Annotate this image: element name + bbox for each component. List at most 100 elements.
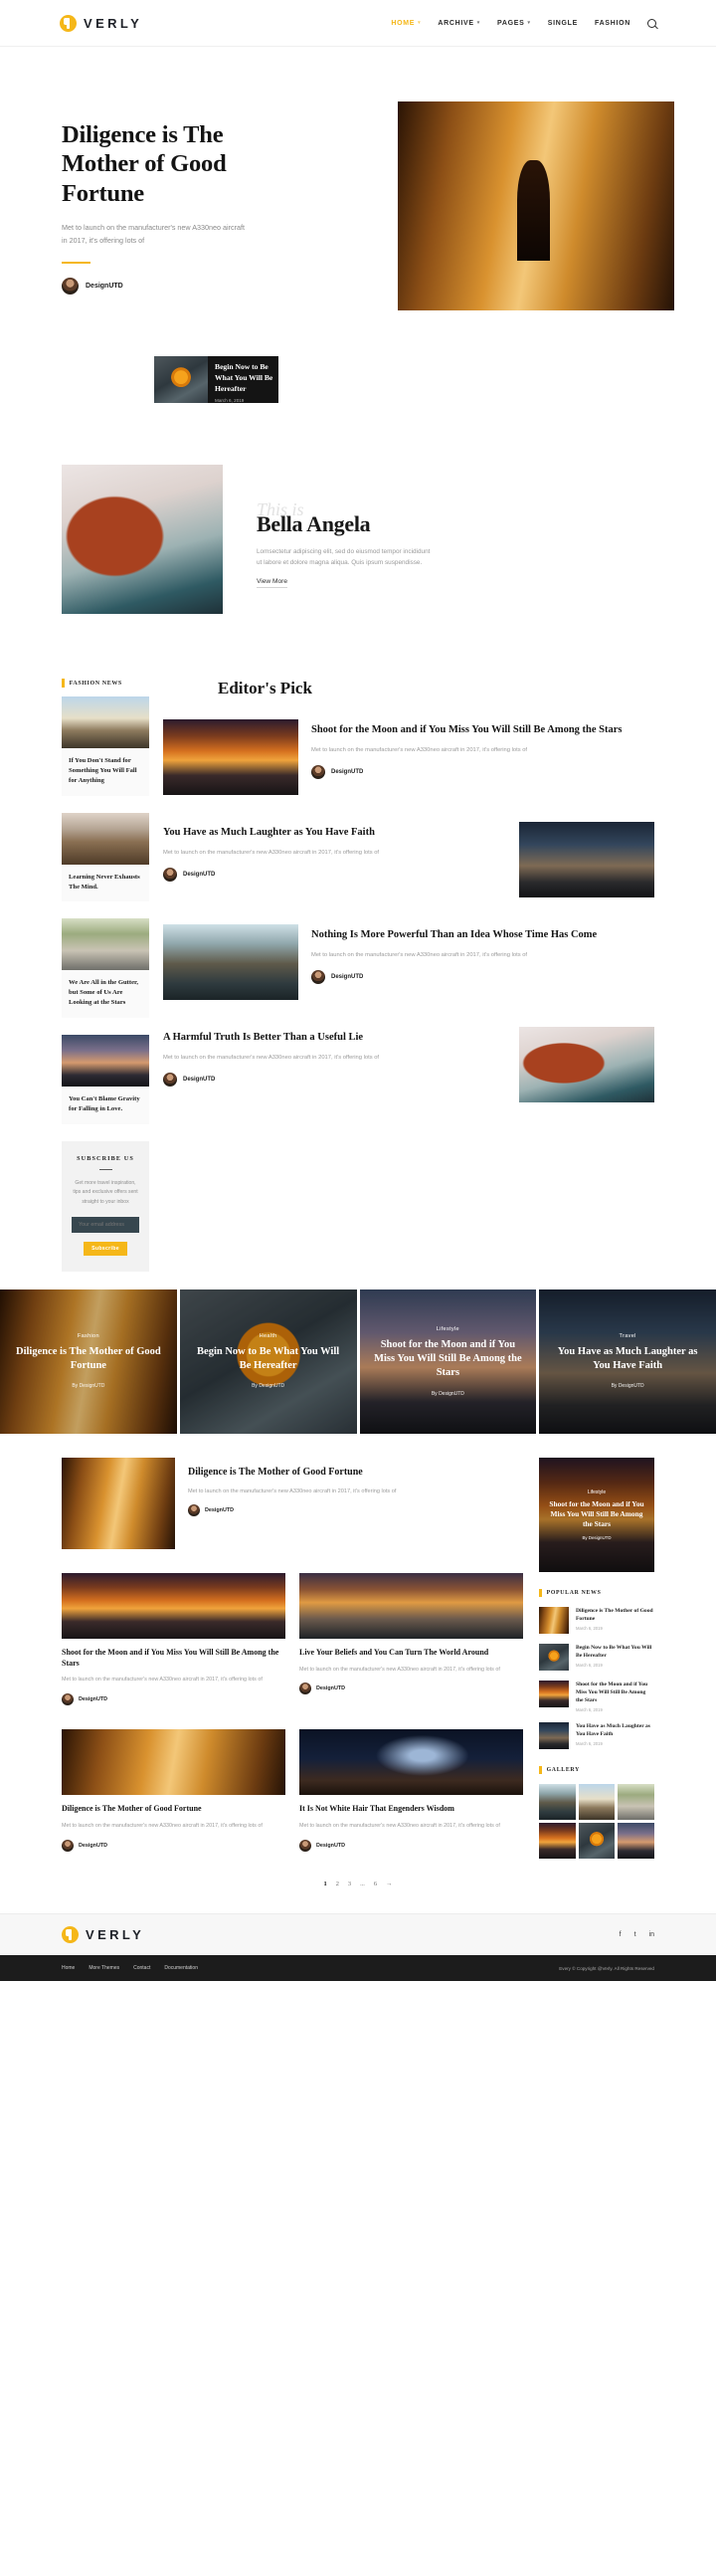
band-category: Fashion — [77, 1333, 99, 1340]
avatar — [62, 278, 79, 296]
gallery-cell[interactable] — [618, 1784, 654, 1821]
footer-link-home[interactable]: Home — [62, 1965, 75, 1971]
footer-link-contact[interactable]: Contact — [133, 1965, 150, 1971]
list-item-title: Learning Never Exhausts The Mind. — [69, 873, 140, 891]
list-item[interactable]: Begin Now to Be What You Will Be Hereaft… — [539, 1643, 654, 1671]
rail-feature-inner: Lifestyle Shoot for the Moon and if You … — [539, 1458, 654, 1572]
editors-pick-section: FASHION NEWS If You Don't Stand for Some… — [0, 679, 716, 1272]
article-author: DesignUTD — [331, 769, 364, 776]
gallery-grid — [539, 1784, 654, 1860]
nav-item-pages[interactable]: PAGES ▾ — [497, 20, 531, 27]
list-item-date: March 6, 2019 — [576, 1662, 603, 1668]
nav-label: HOME — [391, 19, 416, 27]
footer-link-documentation[interactable]: Documentation — [164, 1965, 198, 1971]
page-2-button[interactable]: 2 — [336, 1881, 339, 1887]
feature-row[interactable]: Diligence is The Mother of Good Fortune … — [62, 1457, 523, 1549]
article-excerpt: Met to launch on the manufacturer's new … — [62, 1677, 263, 1684]
article-image — [299, 1572, 523, 1639]
band-tile-travel[interactable]: Travel You Have as Much Laughter as You … — [539, 1288, 716, 1434]
article-card[interactable]: Shoot for the Moon and if You Miss You W… — [62, 1572, 285, 1706]
lower-section: Diligence is The Mother of Good Fortune … — [0, 1434, 716, 1860]
nav-item-fashion[interactable]: FASHION — [595, 20, 630, 27]
footer-brand-logo[interactable]: VERLY — [62, 1926, 145, 1944]
list-item[interactable]: Diligence is The Mother of Good Fortune … — [539, 1606, 654, 1634]
nav-label: PAGES — [497, 19, 525, 27]
article-image — [163, 924, 298, 1000]
avatar — [163, 1073, 177, 1088]
list-item[interactable]: You Have as Much Laughter as You Have Fa… — [539, 1722, 654, 1750]
nav-item-archive[interactable]: ARCHIVE ▾ — [438, 20, 480, 27]
hero-divider — [62, 261, 90, 265]
article-row[interactable]: You Have as Much Laughter as You Have Fa… — [163, 822, 654, 897]
rail-category: Lifestyle — [587, 1488, 607, 1495]
article-author: DesignUTD — [331, 974, 364, 981]
subscribe-copy: Get more travel inspiration, tips and ex… — [73, 1180, 138, 1205]
article-row[interactable]: Shoot for the Moon and if You Miss You W… — [163, 719, 654, 795]
list-item[interactable]: Learning Never Exhausts The Mind. — [62, 812, 149, 902]
subscribe-button[interactable]: Subscribe — [84, 1241, 127, 1256]
feature-author: DesignUTD — [205, 1506, 235, 1513]
email-field[interactable] — [72, 1216, 139, 1233]
avatar — [299, 1683, 311, 1695]
band-title: Diligence is The Mother of Good Fortune — [16, 1346, 161, 1372]
gallery-cell[interactable] — [539, 1823, 576, 1860]
next-page-icon[interactable]: → — [386, 1881, 392, 1887]
footer-brand-name: VERLY — [86, 1927, 145, 1943]
brand-logo[interactable]: VERLY — [60, 14, 143, 32]
facebook-icon[interactable]: f — [620, 1931, 622, 1938]
article-row[interactable]: A Harmful Truth Is Better Than a Useful … — [163, 1027, 654, 1102]
hero-title: Diligence is The Mother of Good Fortune — [62, 121, 227, 207]
bella-view-more-link[interactable]: View More — [257, 578, 288, 589]
page-3-button[interactable]: 3 — [348, 1881, 351, 1887]
gallery-cell[interactable] — [578, 1823, 616, 1860]
article-title: Diligence is The Mother of Good Fortune — [62, 1804, 202, 1814]
gallery-cell[interactable] — [578, 1784, 616, 1821]
verly-logo-icon — [60, 14, 77, 32]
twitter-icon[interactable]: t — [634, 1931, 636, 1938]
article-title: A Harmful Truth Is Better Than a Useful … — [163, 1032, 364, 1043]
footer-link-more-themes[interactable]: More Themes — [89, 1965, 119, 1971]
page-6-button[interactable]: 6 — [374, 1881, 377, 1887]
article-author: DesignUTD — [316, 1842, 346, 1849]
list-item[interactable]: Shoot for the Moon and if You Miss You W… — [539, 1680, 654, 1712]
band-tile-lifestyle[interactable]: Lifestyle Shoot for the Moon and if You … — [359, 1288, 537, 1434]
search-icon[interactable] — [647, 18, 656, 28]
article-row[interactable]: Nothing Is More Powerful Than an Idea Wh… — [163, 924, 654, 1000]
list-item[interactable]: We Are All in the Gutter, but Some of Us… — [62, 918, 149, 1019]
promo-date: March 6, 2019 — [215, 398, 245, 404]
article-title: It Is Not White Hair That Engenders Wisd… — [299, 1804, 454, 1814]
article-title: Shoot for the Moon and if You Miss You W… — [311, 724, 623, 735]
avatar — [188, 1503, 200, 1516]
page-1-button[interactable]: 1 — [324, 1881, 327, 1887]
gallery-cell[interactable] — [618, 1823, 654, 1860]
hero-promo-card[interactable]: Begin Now to Be What You Will Be Hereaft… — [154, 356, 278, 403]
thumbnail — [539, 1643, 569, 1671]
chevron-down-icon: ▾ — [527, 19, 531, 26]
article-title: Live Your Beliefs and You Can Turn The W… — [299, 1647, 489, 1657]
band-tile-fashion[interactable]: Fashion Diligence is The Mother of Good … — [0, 1288, 177, 1434]
rail-feature-card[interactable]: Lifestyle Shoot for the Moon and if You … — [539, 1457, 654, 1572]
article-title: Nothing Is More Powerful Than an Idea Wh… — [311, 929, 598, 940]
avatar — [62, 1693, 74, 1706]
article-byline: DesignUTD — [311, 970, 654, 985]
brand-name: VERLY — [84, 15, 143, 31]
accent-bar-icon — [539, 1588, 542, 1597]
article-card[interactable]: Live Your Beliefs and You Can Turn The W… — [299, 1572, 523, 1705]
nav-item-home[interactable]: HOME ▾ — [391, 20, 421, 27]
article-card[interactable]: Diligence is The Mother of Good Fortune … — [62, 1729, 285, 1852]
feature-byline: DesignUTD — [188, 1503, 523, 1516]
linkedin-icon[interactable]: in — [649, 1931, 654, 1938]
pagination: 1 2 3 ... 6 → — [0, 1859, 716, 1913]
bella-section: This is Bella Angela Lomsectetur adipisc… — [0, 465, 716, 679]
bella-name: Bella Angela — [257, 511, 371, 536]
social-links: f t in — [620, 1931, 654, 1938]
article-card[interactable]: It Is Not White Hair That Engenders Wisd… — [299, 1729, 523, 1852]
list-item-title: Begin Now to Be What You Will Be Hereaft… — [576, 1644, 652, 1659]
gallery-cell[interactable] — [539, 1784, 576, 1821]
list-item[interactable]: You Can't Blame Gravity for Falling in L… — [62, 1035, 149, 1124]
hero-author: DesignUTD — [86, 283, 123, 291]
nav-item-single[interactable]: SINGLE — [548, 20, 578, 27]
band-tile-health[interactable]: Health Begin Now to Be What You Will Be … — [179, 1288, 357, 1434]
card-grid-row-2: Diligence is The Mother of Good Fortune … — [62, 1729, 523, 1852]
list-item[interactable]: If You Don't Stand for Something You Wil… — [62, 696, 149, 796]
